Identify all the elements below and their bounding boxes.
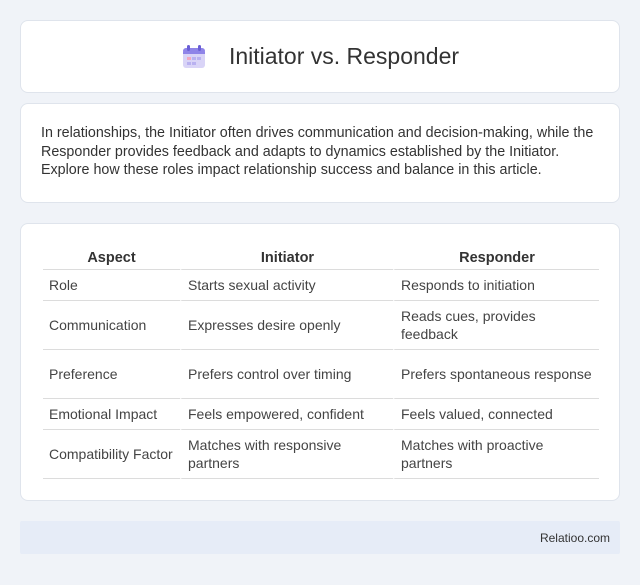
cell-aspect: Compatibility Factor — [43, 430, 180, 479]
cell-aspect: Emotional Impact — [43, 399, 180, 430]
table-row: Emotional Impact Feels empowered, confid… — [43, 399, 599, 430]
comparison-table-card: Aspect Initiator Responder Role Starts s… — [20, 223, 620, 501]
table-row: Role Starts sexual activity Responds to … — [43, 270, 599, 301]
intro-text: In relationships, the Initiator often dr… — [41, 125, 594, 178]
cell-initiator: Matches with responsive partners — [180, 430, 393, 479]
table-row: Compatibility Factor Matches with respon… — [43, 430, 599, 479]
cell-aspect: Preference — [43, 350, 180, 399]
header-initiator: Initiator — [180, 246, 393, 270]
cell-initiator: Feels empowered, confident — [180, 399, 393, 430]
cell-responder: Prefers spontaneous response — [393, 350, 599, 399]
cell-responder: Reads cues, provides feedback — [393, 301, 599, 350]
calendar-icon — [181, 44, 207, 70]
table-row: Preference Prefers control over timing P… — [43, 350, 599, 399]
footer: Relatioo.com — [20, 521, 620, 554]
cell-responder: Responds to initiation — [393, 270, 599, 301]
cell-initiator: Prefers control over timing — [180, 350, 393, 399]
cell-aspect: Role — [43, 270, 180, 301]
header-aspect: Aspect — [43, 246, 180, 270]
cell-initiator: Expresses desire openly — [180, 301, 393, 350]
intro-card: In relationships, the Initiator often dr… — [20, 103, 620, 203]
cell-initiator: Starts sexual activity — [180, 270, 393, 301]
page-title: Initiator vs. Responder — [228, 43, 460, 69]
cell-responder: Feels valued, connected — [393, 399, 599, 430]
table-row: Communication Expresses desire openly Re… — [43, 301, 599, 350]
cell-aspect: Communication — [43, 301, 180, 350]
footer-brand-link[interactable]: Relatioo.com — [540, 531, 610, 545]
table-header-row: Aspect Initiator Responder — [43, 246, 599, 270]
comparison-table: Aspect Initiator Responder Role Starts s… — [43, 246, 599, 479]
header-responder: Responder — [393, 246, 599, 270]
cell-responder: Matches with proactive partners — [393, 430, 599, 479]
title-card: Initiator vs. Responder — [20, 20, 620, 93]
